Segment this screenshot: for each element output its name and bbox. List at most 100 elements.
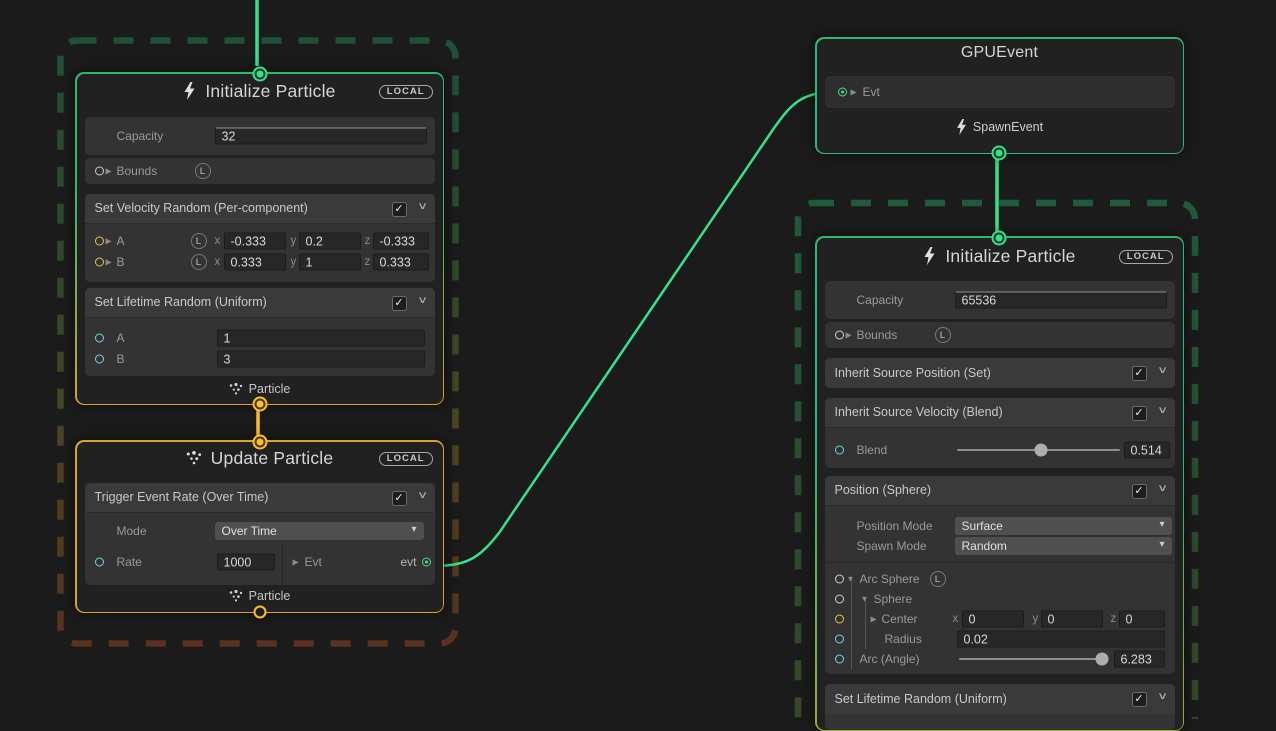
bounds-port[interactable] [95,166,104,175]
node-gpuevent[interactable]: GPUEvent ▶ Evt SpawnEvent [815,37,1184,154]
expander-icon[interactable]: ▶ [106,166,112,175]
z-input[interactable]: 0 [1119,610,1165,627]
vfx-graph-canvas[interactable]: { "glyphs": { "check": "✓", "chevron": "… [0,0,1276,719]
spawn-mode-dropdown[interactable]: Random ▾ [955,537,1172,555]
node-initialize-particle-right[interactable]: Initialize Particle LOCAL Capacity 65536… [815,236,1184,731]
float-port[interactable] [835,654,844,663]
enabled-checkbox[interactable]: ✓ [392,491,407,506]
arc-sphere-label: Arc Sphere [860,572,920,586]
node-update-particle[interactable]: Update Particle LOCAL Trigger Event Rate… [75,440,444,613]
a-input[interactable]: 1 [217,330,425,347]
node-title-text: GPUEvent [961,44,1038,62]
edge-evt-to-gpuevent[interactable] [432,92,834,566]
flow-input-port[interactable] [254,68,265,79]
vector-port[interactable] [95,237,104,246]
flow-input-port[interactable] [254,436,265,447]
lightning-icon [956,119,967,135]
block-header[interactable]: Position (Sphere) ✓ ∨ [825,476,1175,506]
expander-icon[interactable]: ▶ [106,258,112,267]
enabled-checkbox[interactable]: ✓ [392,296,407,311]
chevron-down-icon[interactable]: ∨ [1157,691,1168,702]
arcsphere-port[interactable] [835,574,844,583]
sphere-port[interactable] [835,594,844,603]
capacity-label: Capacity [857,293,904,307]
float-port[interactable] [835,634,844,643]
space-local-icon[interactable]: L [935,327,951,343]
flow-output-port[interactable] [254,398,265,409]
float-port[interactable] [835,445,844,454]
capacity-input[interactable]: 32 [215,127,427,144]
chevron-down-icon[interactable]: ∨ [1157,365,1168,376]
space-local-icon[interactable]: L [191,254,207,270]
expander-icon[interactable]: ▶ [871,614,877,623]
y-input[interactable]: 0.2 [299,233,361,250]
vector-port[interactable] [835,614,844,623]
expander-down-icon[interactable]: ▼ [861,594,869,603]
evt-input-port[interactable] [838,87,847,96]
z-input[interactable]: -0.333 [373,233,429,250]
enabled-checkbox[interactable]: ✓ [1132,366,1147,381]
position-sphere-block: Position (Sphere) ✓ ∨ Position Mode Surf… [825,476,1175,674]
expander-icon[interactable]: ▶ [846,330,852,339]
capacity-block: Capacity 32 [85,117,435,155]
z-input[interactable]: 0.333 [373,254,429,271]
arc-slider[interactable] [959,658,1107,660]
b-input[interactable]: 3 [217,351,425,368]
chevron-down-icon[interactable]: ∨ [1157,405,1168,416]
bounds-block: ▶ Bounds L [825,322,1175,348]
y-input[interactable]: 0 [1041,610,1103,627]
blend-slider[interactable] [957,449,1120,451]
expander-icon[interactable]: ▶ [106,237,112,246]
chevron-down-icon[interactable]: ∨ [417,295,428,306]
lightning-icon [183,82,196,100]
axis-x-label: x [215,235,221,247]
rate-input[interactable]: 1000 [217,553,275,570]
space-local-icon[interactable]: L [191,233,207,249]
chevron-down-icon[interactable]: ∨ [1157,483,1168,494]
arc-angle-row: Arc (Angle) 6.283 [825,649,1175,669]
enabled-checkbox[interactable]: ✓ [1132,484,1147,499]
block-header[interactable]: Trigger Event Rate (Over Time) ✓ ∨ [85,483,435,513]
x-input[interactable]: -0.333 [224,233,286,250]
x-input[interactable]: 0 [962,610,1024,627]
spawn-event-label: SpawnEvent [817,119,1183,138]
position-mode-dropdown[interactable]: Surface ▾ [955,517,1172,535]
flow-output-port[interactable] [253,605,266,618]
float-port[interactable] [95,334,104,343]
block-header[interactable]: Set Lifetime Random (Uniform) ✓ ∨ [85,288,435,318]
block-header[interactable]: Inherit Source Position (Set) ✓ ∨ [825,358,1175,388]
node-title: GPUEvent [817,44,1183,62]
vector-port[interactable] [95,258,104,267]
arc-input[interactable]: 6.283 [1114,650,1165,667]
bounds-port[interactable] [835,330,844,339]
x-input[interactable]: 0.333 [224,254,286,271]
float-port[interactable] [95,355,104,364]
block-title: Inherit Source Position (Set) [835,366,991,380]
flow-output-port[interactable] [993,147,1004,158]
enabled-checkbox[interactable]: ✓ [1132,406,1147,421]
rate-row: Rate 1000 ▶ Evt evt [85,549,435,575]
capacity-input[interactable]: 65536 [955,291,1167,308]
enabled-checkbox[interactable]: ✓ [1132,692,1147,707]
space-local-icon[interactable]: L [195,163,211,179]
particle-output-label: Particle [77,589,443,605]
expander-down-icon[interactable]: ▼ [847,574,855,583]
block-header[interactable]: Set Lifetime Random (Uniform) ✓ ∨ [825,684,1175,714]
space-local-icon[interactable]: L [930,571,946,587]
chevron-down-icon[interactable]: ∨ [417,490,428,501]
node-initialize-particle-left[interactable]: Initialize Particle LOCAL Capacity 32 ▶ … [75,72,444,405]
blend-slider-handle[interactable] [1035,443,1048,456]
arc-slider-handle[interactable] [1096,652,1109,665]
block-header[interactable]: Inherit Source Velocity (Blend) ✓ ∨ [825,398,1175,428]
float-port[interactable] [95,557,104,566]
mode-dropdown[interactable]: Over Time ▾ [215,522,424,540]
enabled-checkbox[interactable]: ✓ [392,202,407,217]
y-input[interactable]: 1 [299,254,361,271]
radius-input[interactable]: 0.02 [957,630,1165,647]
flow-input-port[interactable] [993,232,1004,243]
blend-input[interactable]: 0.514 [1124,441,1170,458]
block-header[interactable]: Set Velocity Random (Per-component) ✓ ∨ [85,194,435,224]
chevron-down-icon[interactable]: ∨ [417,201,428,212]
evt-output-port[interactable] [422,557,431,566]
spawn-mode-value: Random [962,539,1007,553]
